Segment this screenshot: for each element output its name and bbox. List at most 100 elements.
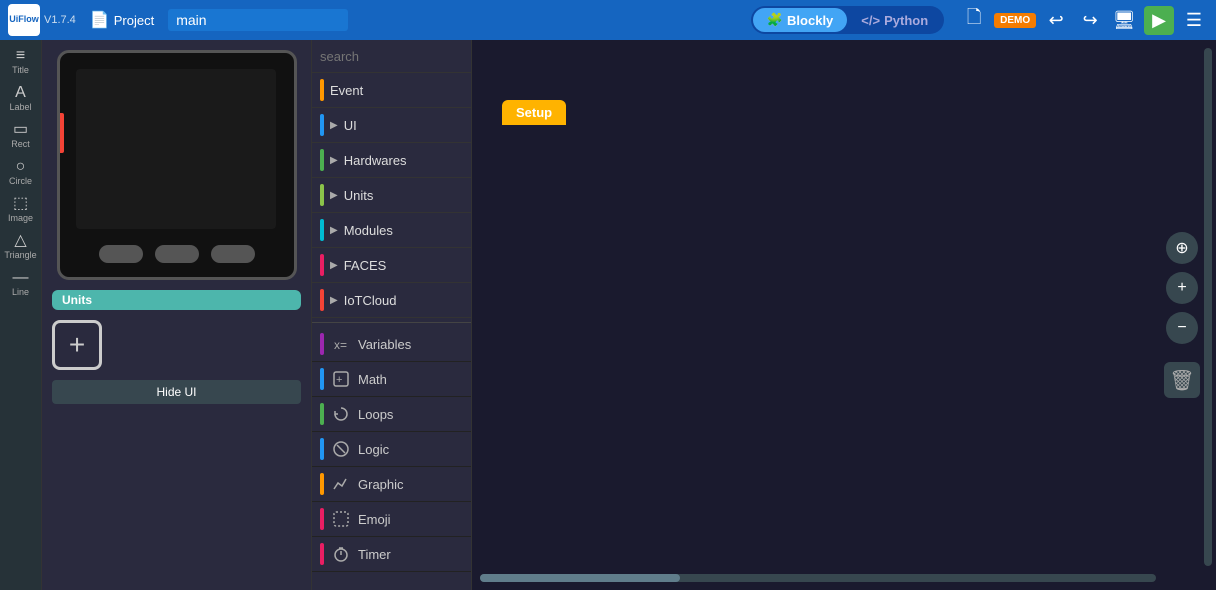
image-tool[interactable]: ⬚ Image xyxy=(2,192,40,227)
logo-box: Ui Flow xyxy=(8,4,40,36)
file-icon: 📄 xyxy=(90,10,110,30)
timer-bar xyxy=(320,543,324,565)
logic-icon xyxy=(330,438,352,460)
screen-button[interactable]: 🖥 xyxy=(1110,6,1138,34)
device-btn-3[interactable] xyxy=(211,245,255,263)
zoom-out-button[interactable]: − xyxy=(1166,312,1198,344)
filename-input[interactable] xyxy=(168,9,348,31)
sub-graphic[interactable]: Graphic xyxy=(312,467,471,502)
undo-button[interactable]: ↩ xyxy=(1042,6,1070,34)
scrollbar-thumb-h xyxy=(480,574,680,582)
category-ui[interactable]: ▶ UI xyxy=(312,108,471,143)
hw-arrow: ▶ xyxy=(330,155,338,166)
sub-logic[interactable]: Logic xyxy=(312,432,471,467)
project-button[interactable]: 📄 Project xyxy=(84,8,160,32)
zoom-in-button[interactable]: + xyxy=(1166,272,1198,304)
add-unit-button[interactable]: + xyxy=(52,320,102,370)
label-tool[interactable]: A Label xyxy=(2,81,40,116)
setup-block[interactable]: Setup xyxy=(502,100,566,125)
image-icon: ⬚ xyxy=(13,196,28,212)
math-label: Math xyxy=(358,372,387,387)
ui-label: UI xyxy=(344,118,357,133)
sub-loops[interactable]: Loops xyxy=(312,397,471,432)
sub-timer[interactable]: Timer xyxy=(312,537,471,572)
emoji-icon xyxy=(330,508,352,530)
compass-button[interactable]: ⊕ xyxy=(1166,232,1198,264)
sub-math[interactable]: + Math xyxy=(312,362,471,397)
circle-tool[interactable]: ○ Circle xyxy=(2,155,40,190)
left-sidebar: ≡ Title A Label ▭ Rect ○ Circle ⬚ Image … xyxy=(0,40,42,590)
event-color-bar xyxy=(320,79,324,101)
svg-text:x=: x= xyxy=(334,338,347,352)
loops-bar xyxy=(320,403,324,425)
category-units[interactable]: ▶ Units xyxy=(312,178,471,213)
title-icon: ≡ xyxy=(16,48,25,64)
mod-color-bar xyxy=(320,219,324,241)
new-file-button[interactable]: 🗋 xyxy=(960,6,988,34)
category-hardwares[interactable]: ▶ Hardwares xyxy=(312,143,471,178)
category-modules[interactable]: ▶ Modules xyxy=(312,213,471,248)
iot-color-bar xyxy=(320,289,324,311)
hide-ui-button[interactable]: Hide UI xyxy=(52,380,301,404)
canvas-scrollbar-v[interactable] xyxy=(1204,48,1212,566)
faces-color-bar xyxy=(320,254,324,276)
rect-tool[interactable]: ▭ Rect xyxy=(2,118,40,153)
divider xyxy=(312,322,471,323)
mod-arrow: ▶ xyxy=(330,225,338,236)
emoji-label: Emoji xyxy=(358,512,391,527)
screen-inner xyxy=(76,69,276,229)
var-bar xyxy=(320,333,324,355)
logic-bar xyxy=(320,438,324,460)
math-bar xyxy=(320,368,324,390)
line-icon: — xyxy=(13,270,29,286)
menu-button[interactable]: ☰ xyxy=(1180,6,1208,34)
device-screen xyxy=(57,50,297,280)
category-event[interactable]: Event xyxy=(312,73,471,108)
triangle-icon: △ xyxy=(14,233,26,249)
emoji-bar xyxy=(320,508,324,530)
demo-badge: DEMO xyxy=(994,13,1036,28)
units-label: Units xyxy=(344,188,374,203)
device-btn-1[interactable] xyxy=(99,245,143,263)
code-icon: </> xyxy=(861,13,880,28)
faces-label: FACES xyxy=(344,258,387,273)
graphic-label: Graphic xyxy=(358,477,404,492)
logo: Ui Flow V1.7.4 xyxy=(8,4,76,36)
faces-arrow: ▶ xyxy=(330,260,338,271)
iot-label: IoTCloud xyxy=(344,293,397,308)
category-iotcloud[interactable]: ▶ IoTCloud xyxy=(312,283,471,318)
redo-button[interactable]: ↪ xyxy=(1076,6,1104,34)
python-mode-button[interactable]: </> Python xyxy=(847,9,942,32)
canvas-area[interactable]: Setup ⊕ + − 🗑 xyxy=(472,40,1216,590)
device-red-bar xyxy=(60,113,64,153)
category-faces[interactable]: ▶ FACES xyxy=(312,248,471,283)
device-panel: Units + Hide UI xyxy=(42,40,312,590)
variables-label: Variables xyxy=(358,337,411,352)
canvas-scrollbar-h[interactable] xyxy=(480,574,1156,582)
mod-label: Modules xyxy=(344,223,393,238)
var-icon: x= xyxy=(330,333,352,355)
run-button[interactable]: ▶ xyxy=(1144,6,1174,35)
label-icon: A xyxy=(15,85,26,101)
graphic-bar xyxy=(320,473,324,495)
title-tool[interactable]: ≡ Title xyxy=(2,44,40,79)
mode-toggle: 🧩 Blockly </> Python xyxy=(751,6,944,34)
search-bar: 🔍 xyxy=(312,40,471,73)
device-btn-2[interactable] xyxy=(155,245,199,263)
timer-icon xyxy=(330,543,352,565)
event-label: Event xyxy=(330,83,363,98)
blocks-panel: 🔍 Event ▶ UI ▶ Hardwares ▶ Units xyxy=(312,40,472,590)
trash-button[interactable]: 🗑 xyxy=(1164,362,1200,398)
triangle-tool[interactable]: △ Triangle xyxy=(2,229,40,264)
blockly-mode-button[interactable]: 🧩 Blockly xyxy=(753,8,847,32)
units-badge[interactable]: Units xyxy=(52,290,301,310)
version-text: V1.7.4 xyxy=(44,14,76,26)
rect-icon: ▭ xyxy=(13,122,28,138)
search-input[interactable] xyxy=(320,49,496,64)
hw-label: Hardwares xyxy=(344,153,407,168)
sub-variables[interactable]: x= Variables xyxy=(312,327,471,362)
line-tool[interactable]: — Line xyxy=(2,266,40,301)
graphic-icon xyxy=(330,473,352,495)
sub-emoji[interactable]: Emoji xyxy=(312,502,471,537)
iot-arrow: ▶ xyxy=(330,295,338,306)
